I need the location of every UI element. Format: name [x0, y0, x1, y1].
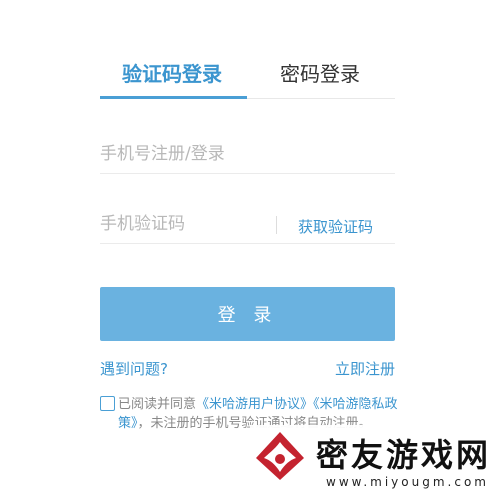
user-agreement-link[interactable]: 《米哈游用户协议》 — [196, 397, 313, 412]
login-tabs: 验证码登录 密码登录 — [100, 52, 395, 102]
code-divider — [276, 216, 277, 234]
tab-password-login[interactable]: 密码登录 — [280, 58, 360, 87]
help-link[interactable]: 遇到问题? — [100, 358, 168, 379]
active-tab-indicator — [100, 96, 247, 99]
tab-sms-login[interactable]: 验证码登录 — [122, 58, 222, 87]
phone-field — [100, 139, 395, 174]
tab-divider — [247, 98, 395, 99]
register-link[interactable]: 立即注册 — [335, 358, 395, 379]
watermark-logo-icon — [256, 432, 304, 480]
verification-code-input[interactable] — [100, 209, 270, 239]
phone-input[interactable] — [100, 139, 395, 169]
agreement-prefix: 已阅读并同意 — [118, 397, 197, 412]
agreement-checkbox[interactable] — [100, 396, 115, 411]
login-button[interactable]: 登 录 — [100, 287, 395, 341]
site-watermark: 密友游戏网 www.miyougm.com — [250, 425, 500, 494]
get-code-button[interactable]: 获取验证码 — [298, 216, 373, 237]
watermark-title: 密友游戏网 — [316, 436, 492, 474]
code-field: 获取验证码 — [100, 209, 395, 244]
watermark-url: www.miyougm.com — [326, 475, 489, 489]
